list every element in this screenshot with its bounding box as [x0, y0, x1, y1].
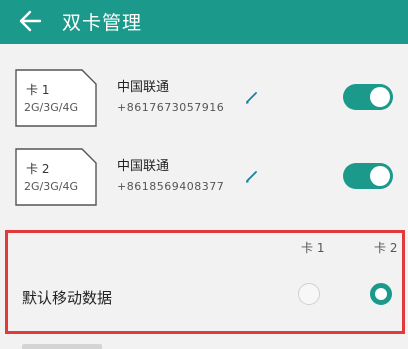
sim-card-types: 2G/3G/4G [24, 180, 78, 193]
pencil-edit-icon[interactable] [244, 168, 260, 184]
toggle-knob [370, 87, 390, 107]
back-arrow-icon[interactable] [18, 10, 42, 32]
sim-1-toggle[interactable] [343, 84, 393, 110]
cut-off-text-fragment [22, 344, 102, 349]
sim-2-toggle[interactable] [343, 163, 393, 189]
sim-card-types: 2G/3G/4G [24, 101, 78, 114]
sim-2-data-radio[interactable] [370, 283, 392, 305]
sim-1-data-radio[interactable] [298, 283, 320, 305]
sim-row-2: 卡 2 2G/3G/4G 中国联通 +8618569408377 [0, 141, 408, 213]
column-label-sim-1: 卡 1 [301, 241, 325, 255]
default-data-label: 默认移动数据 [22, 289, 113, 307]
pencil-edit-icon[interactable] [244, 89, 260, 105]
sim-card-icon: 卡 1 2G/3G/4G [14, 68, 98, 128]
page-title: 双卡管理 [62, 12, 143, 34]
sim-row-1: 卡 1 2G/3G/4G 中国联通 +8617673057916 [0, 62, 408, 134]
default-mobile-data-section: 卡 1 卡 2 默认移动数据 [5, 230, 405, 334]
phone-number: +8618569408377 [117, 180, 225, 193]
sim-card-icon: 卡 2 2G/3G/4G [14, 147, 98, 207]
carrier-name: 中国联通 [117, 80, 170, 95]
toggle-knob [370, 166, 390, 186]
phone-number: +8617673057916 [117, 101, 225, 114]
app-header: 双卡管理 [0, 0, 408, 44]
column-label-sim-2: 卡 2 [374, 241, 398, 255]
sim-card-label: 卡 1 [26, 83, 50, 97]
sim-card-label: 卡 2 [26, 162, 50, 176]
carrier-name: 中国联通 [117, 159, 170, 174]
